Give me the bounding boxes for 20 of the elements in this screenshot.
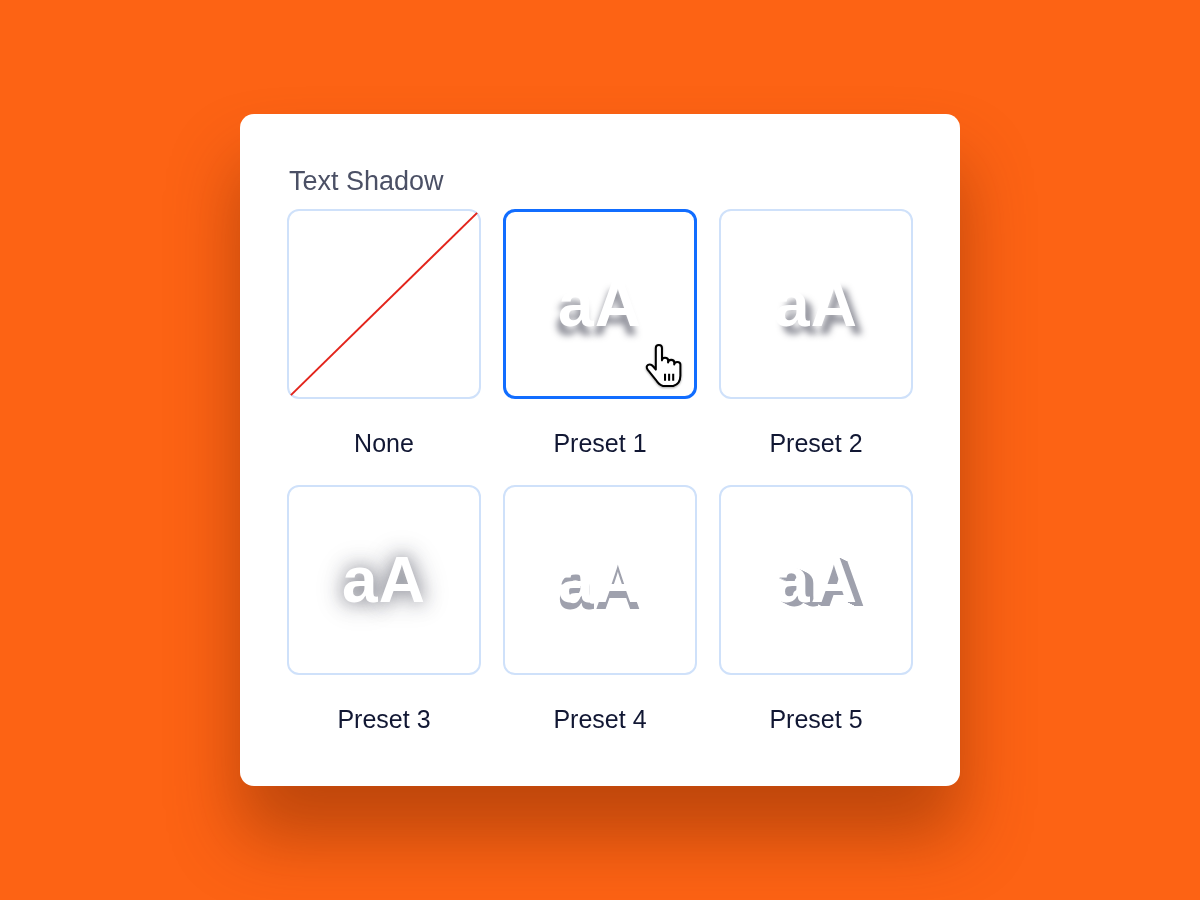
preview-tile[interactable]: aA [503,485,697,675]
preview-tile[interactable]: aA [719,485,913,675]
preview-tile[interactable]: aA [287,485,481,675]
sample-text: aA [557,543,643,618]
hand-cursor-icon [644,344,684,388]
sample-text: aA [528,242,672,366]
option-label: Preset 1 [552,428,648,459]
sample-text: aA [312,518,456,642]
sample-text: aA [744,518,888,642]
slash-icon [289,211,479,397]
preview-tile[interactable]: aA [719,209,913,399]
option-label: Preset 3 [336,704,432,735]
preview-tile[interactable]: aA [503,209,697,399]
panel-title: Text Shadow [289,165,444,197]
preview-tile[interactable] [287,209,481,399]
option-label: None [353,428,415,459]
option-label: Preset 5 [768,704,864,735]
option-label: Preset 2 [768,428,864,459]
sample-text: aA [744,242,888,366]
option-label: Preset 4 [552,704,648,735]
